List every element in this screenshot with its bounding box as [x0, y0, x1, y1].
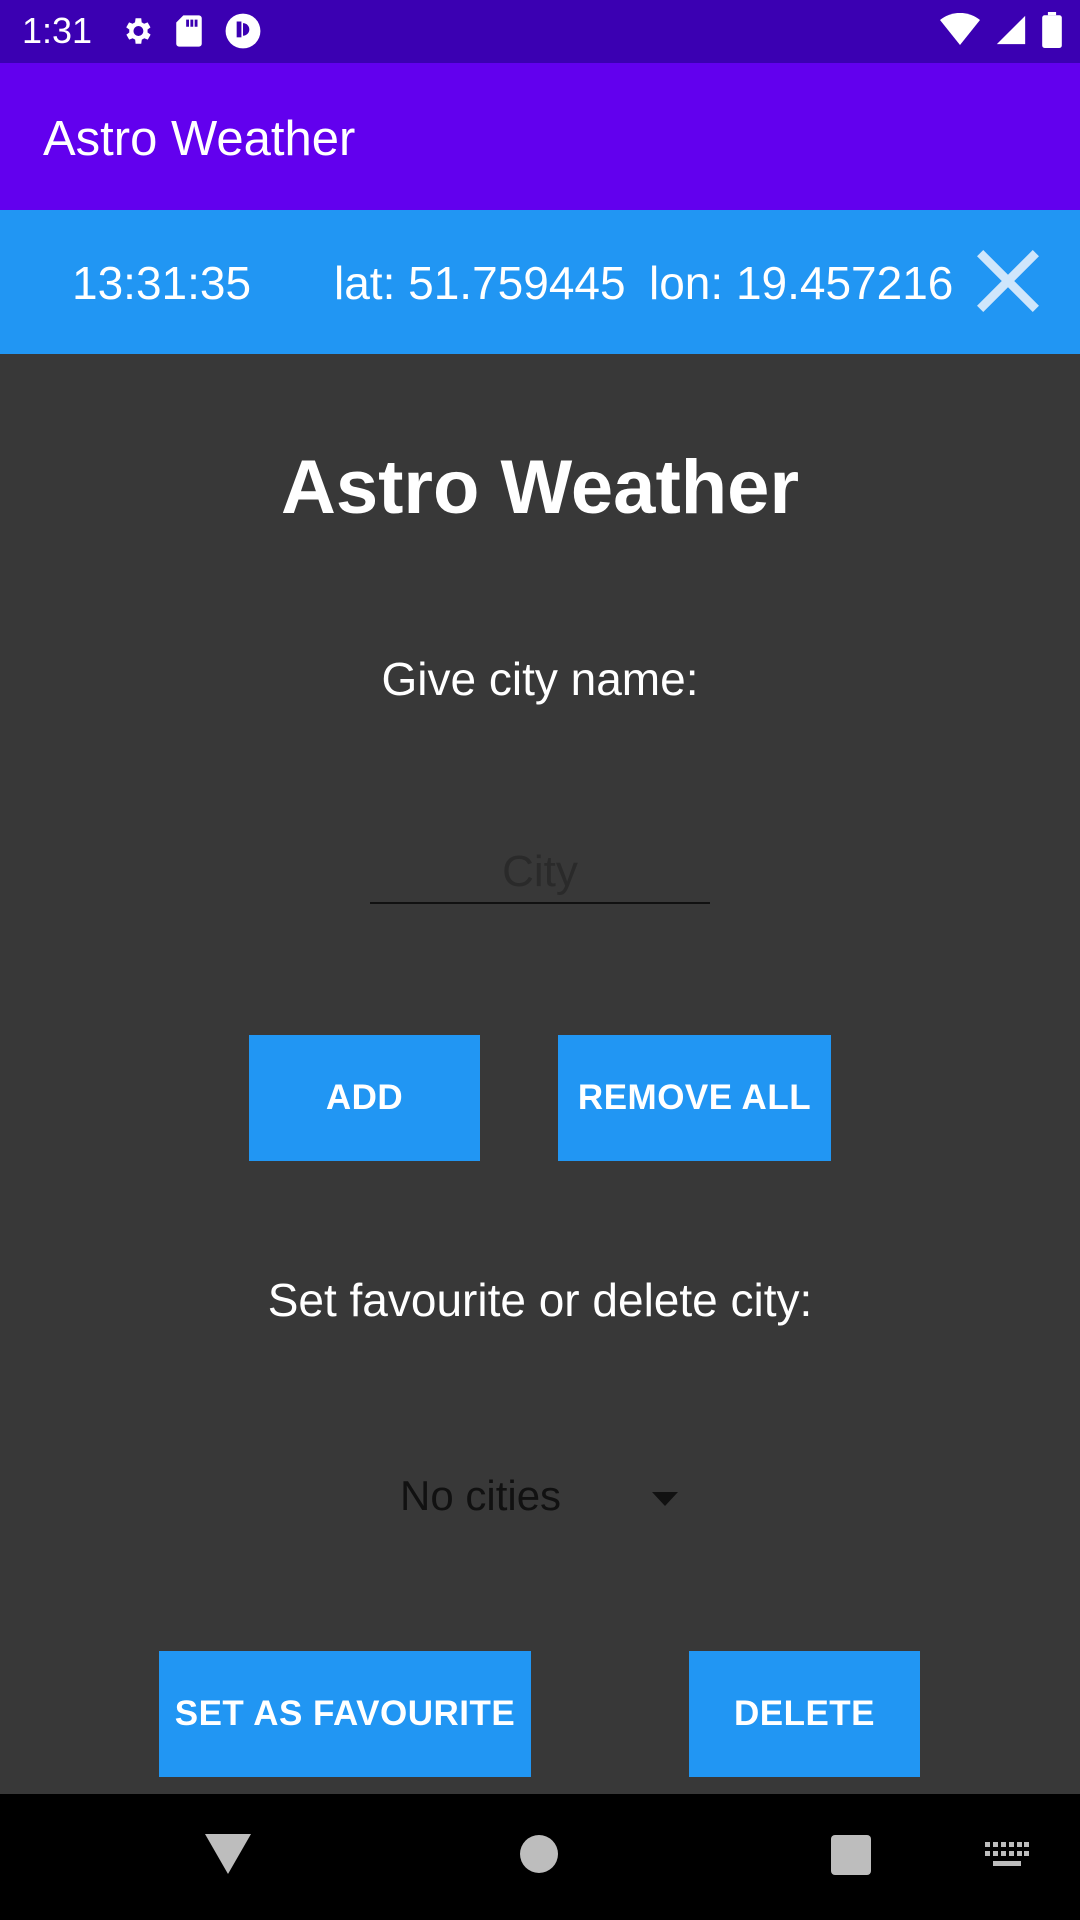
page-title: Astro Weather [280, 445, 800, 530]
dropdown-arrow-icon [652, 1492, 678, 1506]
app-bar-title: Astro Weather [43, 112, 356, 166]
longitude-value: lon: 19.457216 [649, 257, 954, 309]
app-notification-icon [224, 12, 262, 50]
close-icon[interactable] [975, 248, 1041, 314]
latitude-value: lat: 51.759445 [334, 257, 626, 309]
status-bar: 1:31 [0, 0, 1080, 63]
sd-card-icon [174, 14, 204, 48]
delete-button[interactable]: DELETE [689, 1651, 920, 1777]
city-name-label: Give city name: [381, 653, 699, 705]
status-notification-icons [120, 12, 262, 50]
location-info-bar: 13:31:35 lat: 51.759445 lon: 19.457216 [0, 210, 1080, 354]
keyboard-icon[interactable] [985, 1842, 1029, 1870]
navigation-bar [0, 1794, 1080, 1920]
status-time: 1:31 [22, 10, 93, 51]
gear-icon [120, 14, 154, 48]
status-system-icons [940, 12, 1062, 48]
back-icon[interactable] [205, 1834, 251, 1876]
set-favourite-button[interactable]: SET AS FAVOURITE [159, 1651, 531, 1777]
current-time: 13:31:35 [72, 257, 252, 309]
home-icon[interactable] [519, 1834, 559, 1874]
city-spinner[interactable]: No cities [390, 1462, 690, 1532]
recent-apps-icon[interactable] [830, 1834, 872, 1876]
battery-icon [1042, 12, 1062, 48]
wifi-icon [940, 13, 980, 47]
city-input[interactable] [370, 842, 710, 904]
app-bar: Astro Weather [0, 63, 1080, 210]
spinner-selected-value: No cities [400, 1472, 562, 1519]
favourite-label: Set favourite or delete city: [267, 1274, 813, 1326]
add-button[interactable]: ADD [249, 1035, 480, 1161]
remove-all-button[interactable]: REMOVE ALL [558, 1035, 831, 1161]
main-content: Astro Weather Give city name: ADD REMOVE… [0, 354, 1080, 1794]
signal-icon [994, 13, 1028, 47]
